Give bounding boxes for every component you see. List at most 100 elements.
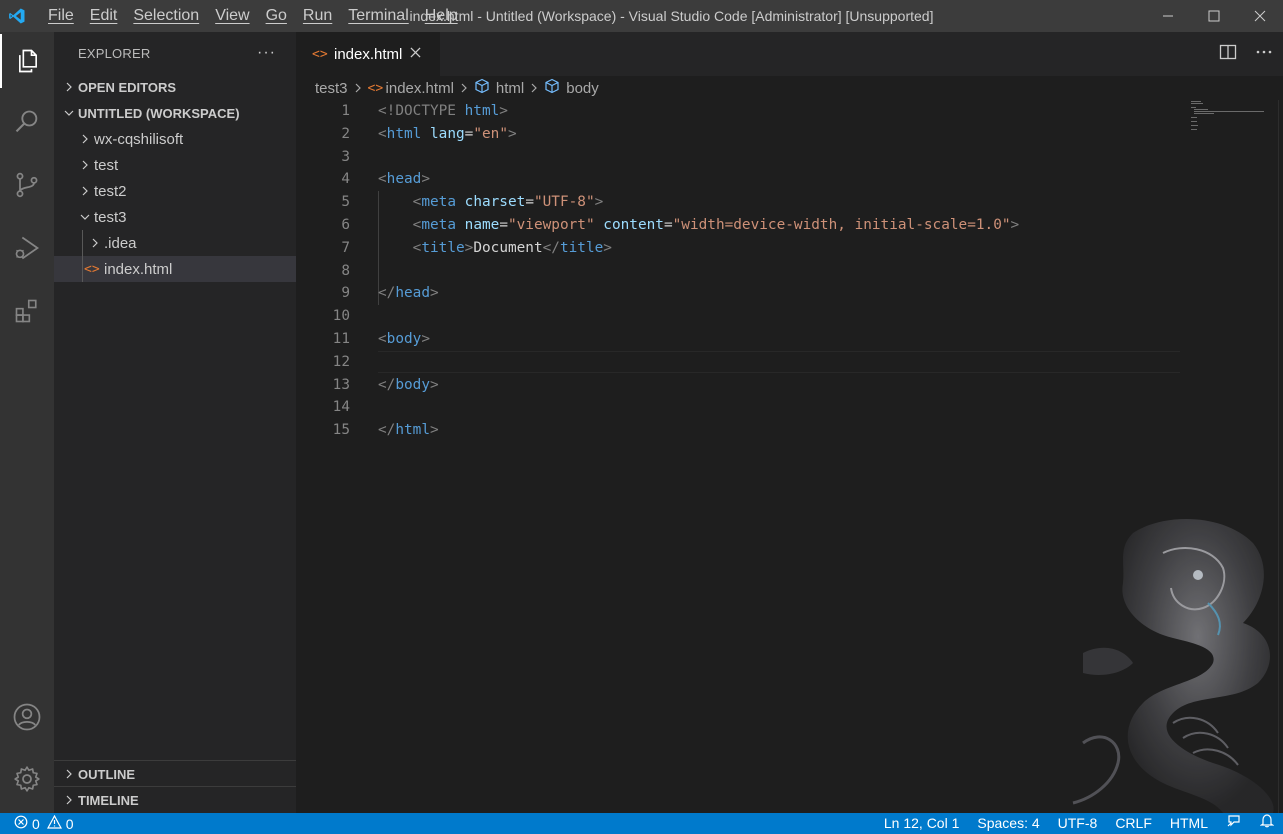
breadcrumb-symbol-body[interactable]: body <box>566 80 599 97</box>
status-bar-right: Ln 12, Col 1 Spaces: 4 UTF-8 CRLF HTML <box>875 813 1283 834</box>
chevron-right-icon <box>60 795 78 805</box>
chevron-right-icon <box>60 769 78 779</box>
manage-gear-icon[interactable] <box>0 752 54 806</box>
outline-section[interactable]: OUTLINE <box>54 761 296 787</box>
chevron-right-icon <box>354 80 362 96</box>
menu-go[interactable]: Go <box>258 0 295 32</box>
line-number: 6 <box>341 216 350 233</box>
maximize-button[interactable] <box>1191 0 1237 32</box>
line-number: 4 <box>341 171 350 188</box>
status-bar: 0 0 Ln 12, Col 1 Spaces: 4 UTF-8 CRLF HT… <box>0 813 1283 834</box>
tree-folder-test3[interactable]: test3 <box>54 204 296 230</box>
chevron-right-icon <box>76 160 94 170</box>
close-window-button[interactable] <box>1237 0 1283 32</box>
folder-label: wx-cqshilisoft <box>94 130 184 148</box>
tab-index-html[interactable]: <> index.html <box>296 32 440 76</box>
code-line: <title>Document</title> <box>412 239 612 256</box>
chevron-right-icon <box>76 186 94 196</box>
breadcrumb-symbol-html[interactable]: html <box>496 80 524 97</box>
title-bar: File Edit Selection View Go Run Terminal… <box>0 0 1283 32</box>
language-mode[interactable]: HTML <box>1161 813 1217 834</box>
notifications-bell-icon[interactable] <box>1251 813 1283 834</box>
chevron-right-icon <box>460 80 468 96</box>
folder-label: test2 <box>94 182 127 200</box>
menu-edit[interactable]: Edit <box>82 0 126 32</box>
indent-guide <box>82 256 83 282</box>
minimap[interactable] <box>1191 100 1271 140</box>
menu-terminal[interactable]: Terminal <box>340 0 416 32</box>
feedback-icon[interactable] <box>1217 813 1251 834</box>
indentation-setting[interactable]: Spaces: 4 <box>968 813 1048 834</box>
tree-file-index-html[interactable]: <> index.html <box>54 256 296 282</box>
problems-indicator[interactable]: 0 0 <box>0 814 74 832</box>
timeline-panel: TIMELINE <box>54 786 296 813</box>
tree-folder-test2[interactable]: test2 <box>54 178 296 204</box>
run-debug-icon[interactable] <box>0 221 54 275</box>
symbol-field-icon <box>474 78 490 98</box>
html-file-icon: <> <box>367 80 384 96</box>
tree-folder-idea[interactable]: .idea <box>54 230 296 256</box>
explorer-title: EXPLORER <box>78 45 151 61</box>
line-number: 12 <box>332 353 350 370</box>
explorer-header: EXPLORER ··· <box>54 32 296 74</box>
explorer-sidebar: EXPLORER ··· OPEN EDITORS UNTITLED (WORK… <box>54 32 296 813</box>
code-editor[interactable]: 1 2 3 4 5 6 7 8 9 10 11 12 13 14 15 <!DO… <box>296 100 1283 813</box>
search-icon[interactable] <box>0 95 54 149</box>
chevron-down-icon <box>76 212 94 222</box>
close-icon <box>1254 10 1266 22</box>
split-editor-icon[interactable] <box>1219 43 1237 66</box>
tree-folder-test[interactable]: test <box>54 152 296 178</box>
line-number: 8 <box>341 262 350 279</box>
more-actions-icon[interactable] <box>1255 43 1273 66</box>
tab-label: index.html <box>334 45 403 63</box>
dragon-background-image <box>1072 519 1274 813</box>
tree-folder-wx-cqshilisoft[interactable]: wx-cqshilisoft <box>54 126 296 152</box>
explorer-icon[interactable] <box>0 34 54 88</box>
line-number: 7 <box>341 239 350 256</box>
encoding-setting[interactable]: UTF-8 <box>1049 813 1107 834</box>
extensions-icon[interactable] <box>0 284 54 338</box>
workspace-section[interactable]: UNTITLED (WORKSPACE) <box>54 100 296 126</box>
cursor-position[interactable]: Ln 12, Col 1 <box>875 813 969 834</box>
minimize-button[interactable] <box>1145 0 1191 32</box>
vscode-logo-icon <box>0 0 34 32</box>
menu-help[interactable]: Help <box>417 0 466 32</box>
close-tab-button[interactable] <box>410 45 421 63</box>
menu-selection[interactable]: Selection <box>125 0 207 32</box>
code-line: </body> <box>378 376 439 393</box>
menu-view[interactable]: View <box>207 0 257 32</box>
accounts-icon[interactable] <box>0 690 54 744</box>
outline-label: OUTLINE <box>78 766 136 782</box>
source-control-icon[interactable] <box>0 158 54 212</box>
workspace-label: UNTITLED (WORKSPACE) <box>78 105 240 121</box>
chevron-down-icon <box>60 108 78 118</box>
menu-file[interactable]: File <box>40 0 82 32</box>
code-line: <meta charset="UTF-8"> <box>412 194 604 211</box>
error-count: 0 <box>32 815 40 832</box>
close-icon <box>410 47 421 58</box>
line-number: 2 <box>341 125 350 142</box>
timeline-section[interactable]: TIMELINE <box>54 787 296 813</box>
minimize-icon <box>1163 15 1173 17</box>
breadcrumb-file[interactable]: index.html <box>386 80 454 97</box>
code-line: <head> <box>378 171 430 188</box>
line-number: 9 <box>341 285 350 302</box>
open-editors-section[interactable]: OPEN EDITORS <box>54 74 296 100</box>
breadcrumb: test3 <> index.html html body <box>296 76 1283 100</box>
eol-setting[interactable]: CRLF <box>1106 813 1161 834</box>
error-icon <box>14 815 28 832</box>
line-number: 10 <box>332 308 350 325</box>
more-actions-button[interactable]: ··· <box>257 44 276 62</box>
symbol-field-icon <box>544 78 560 98</box>
timeline-label: TIMELINE <box>78 792 139 808</box>
line-number: 11 <box>332 330 350 347</box>
indent-guide <box>82 230 83 256</box>
line-number: 3 <box>341 148 350 165</box>
html-file-icon: <> <box>84 261 100 277</box>
menu-run[interactable]: Run <box>295 0 340 32</box>
breadcrumb-folder[interactable]: test3 <box>315 80 348 97</box>
folder-label: .idea <box>104 234 137 252</box>
